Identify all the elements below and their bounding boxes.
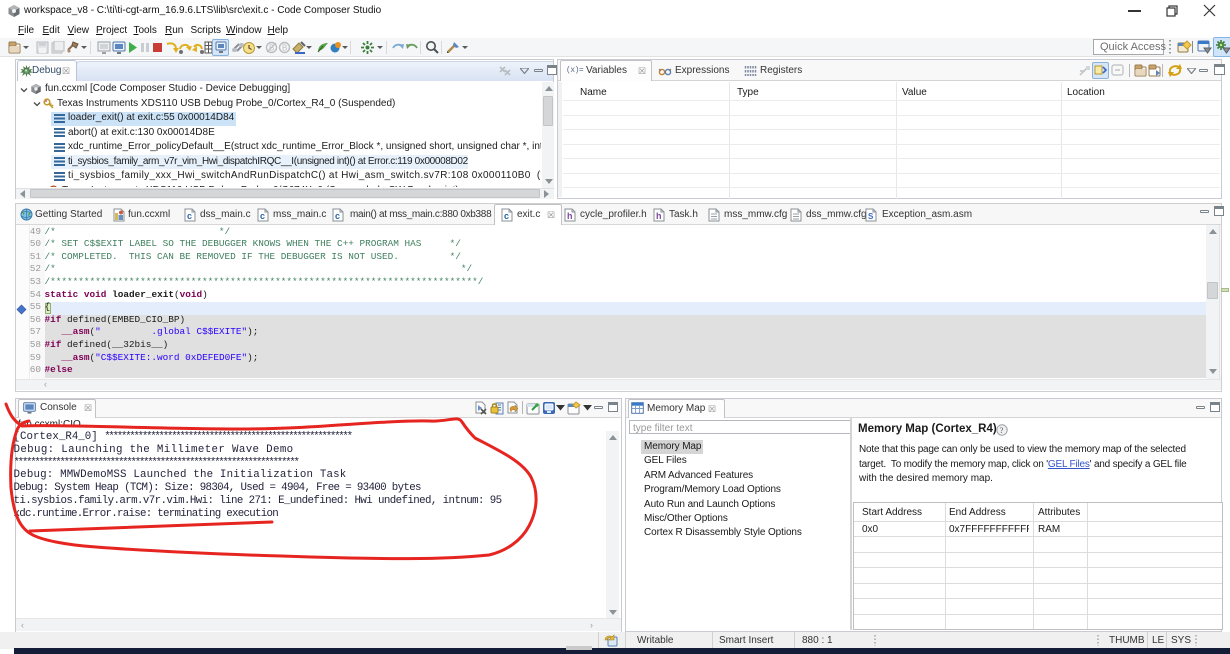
svg-text:h: h: [656, 211, 662, 221]
svg-text:c: c: [335, 211, 340, 221]
svg-text:c: c: [187, 211, 192, 221]
svg-text:S: S: [868, 212, 874, 221]
svg-text:B: B: [282, 44, 287, 53]
svg-text:h: h: [567, 211, 573, 221]
svg-text:?: ?: [1000, 426, 1004, 435]
svg-text:c: c: [260, 211, 265, 221]
svg-text:c: c: [504, 211, 509, 221]
